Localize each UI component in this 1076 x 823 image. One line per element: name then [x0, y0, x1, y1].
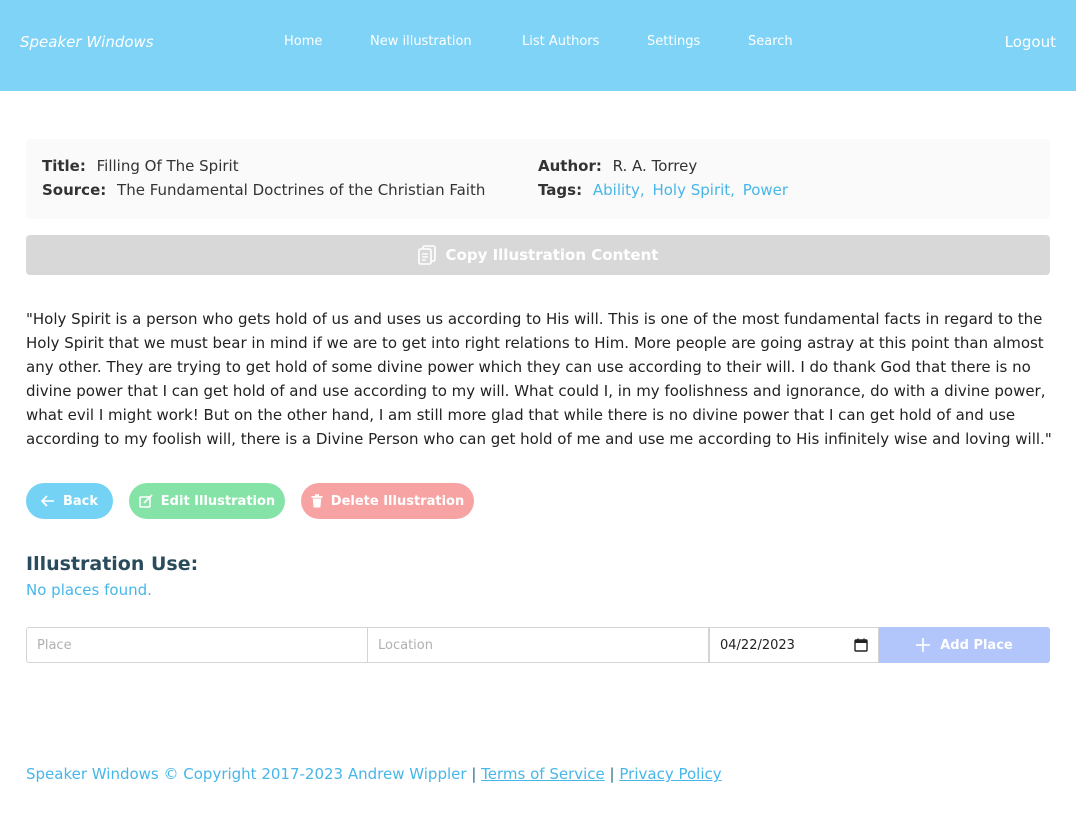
author-row: Author: R. A. Torrey: [538, 157, 697, 175]
copy-content-label: Copy Illustration Content: [445, 246, 659, 264]
clipboard-icon: [417, 245, 436, 265]
logout-link[interactable]: Logout: [1005, 33, 1056, 51]
title-label: Title:: [42, 157, 86, 175]
nav-settings[interactable]: Settings: [647, 34, 700, 49]
place-input[interactable]: [26, 627, 368, 663]
edit-label: Edit Illustration: [160, 493, 276, 509]
illustration-use-heading: Illustration Use:: [26, 553, 199, 575]
plus-icon: [916, 638, 931, 652]
author-value: R. A. Torrey: [612, 157, 698, 175]
copy-content-button[interactable]: Copy Illustration Content: [26, 235, 1050, 275]
tag-power[interactable]: Power: [743, 181, 788, 199]
arrow-left-icon: [40, 495, 54, 507]
tag-holy-spirit[interactable]: Holy Spirit,: [652, 181, 734, 199]
tag-ability[interactable]: Ability,: [593, 181, 645, 199]
illustration-info: Title: Filling Of The Spirit Source: The…: [26, 139, 1050, 219]
tags-label: Tags:: [538, 181, 583, 199]
source-value: The Fundamental Doctrines of the Christi…: [117, 181, 486, 199]
footer-separator-2: |: [609, 765, 615, 783]
footer-separator: |: [471, 765, 477, 783]
footer: Speaker Windows © Copyright 2017-2023 An…: [26, 765, 722, 783]
calendar-icon[interactable]: [854, 638, 868, 652]
privacy-link[interactable]: Privacy Policy: [619, 765, 721, 783]
add-place-button[interactable]: Add Place: [879, 627, 1050, 663]
edit-illustration-button[interactable]: Edit Illustration: [129, 483, 285, 519]
terms-link[interactable]: Terms of Service: [481, 765, 605, 783]
source-row: Source: The Fundamental Doctrines of the…: [42, 181, 485, 199]
edit-icon: [139, 494, 153, 508]
tags-row: Tags: Ability, Holy Spirit, Power: [538, 181, 791, 199]
back-label: Back: [62, 493, 99, 509]
source-label: Source:: [42, 181, 107, 199]
date-input[interactable]: 04/22/2023: [709, 627, 879, 663]
date-value: 04/22/2023: [720, 637, 795, 653]
footer-copyright: Speaker Windows © Copyright 2017-2023 An…: [26, 765, 467, 783]
delete-label: Delete Illustration: [330, 493, 465, 509]
nav-home[interactable]: Home: [284, 34, 322, 49]
no-places-message: No places found.: [26, 581, 152, 599]
nav-new-illustration[interactable]: New illustration: [370, 34, 472, 49]
title-row: Title: Filling Of The Spirit: [42, 157, 239, 175]
illustration-content: "Holy Spirit is a person who gets hold o…: [26, 310, 1052, 448]
title-value: Filling Of The Spirit: [96, 157, 239, 175]
nav-search[interactable]: Search: [748, 34, 793, 49]
delete-illustration-button[interactable]: Delete Illustration: [301, 483, 474, 519]
back-button[interactable]: Back: [26, 483, 113, 519]
navbar: Speaker Windows Home New illustration Li…: [0, 0, 1076, 91]
author-label: Author:: [538, 157, 602, 175]
location-input[interactable]: [367, 627, 709, 663]
trash-icon: [311, 494, 323, 508]
add-place-label: Add Place: [940, 637, 1013, 653]
brand-logo[interactable]: Speaker Windows: [20, 33, 154, 51]
nav-list-authors[interactable]: List Authors: [522, 34, 599, 49]
